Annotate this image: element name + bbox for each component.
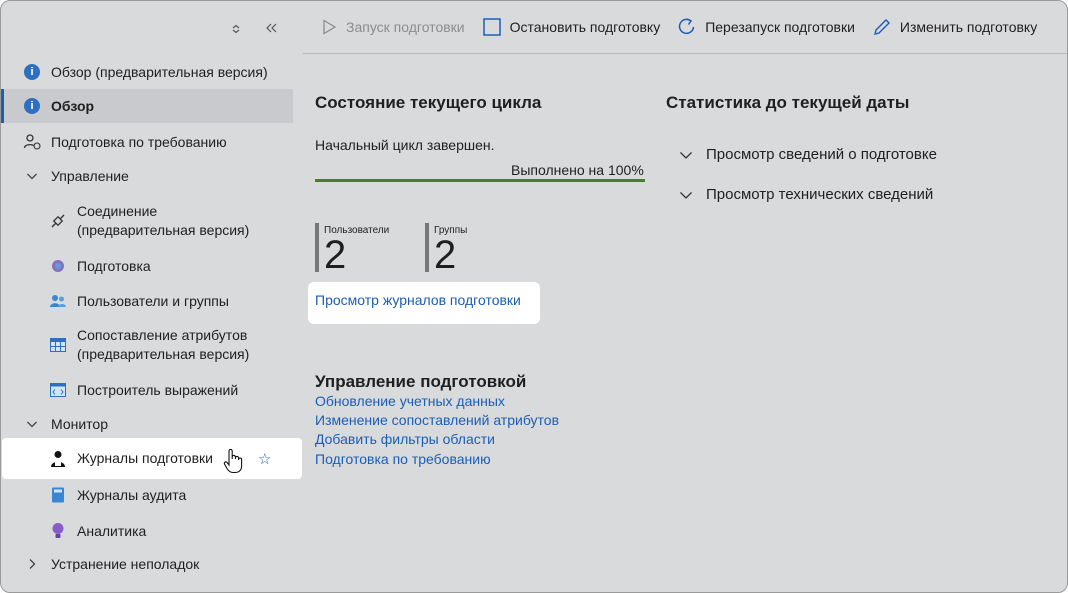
sidebar-item-overview[interactable]: i Обзор xyxy=(1,89,293,123)
edit-provisioning-label: Изменить подготовку xyxy=(899,19,1038,35)
sidebar-item-label: Соединение xyxy=(77,203,158,219)
stop-provisioning-label: Остановить подготовку xyxy=(509,19,661,35)
view-provisioning-logs-link[interactable]: Просмотр журналов подготовки xyxy=(315,292,521,308)
provisioning-icon xyxy=(49,257,67,275)
chevron-right-icon xyxy=(23,555,41,573)
restart-icon xyxy=(678,18,696,36)
stop-icon xyxy=(482,18,501,36)
edit-attribute-mappings-link[interactable]: Изменение сопоставлений атрибутов xyxy=(315,412,559,428)
statistics-to-date-title: Статистика до текущей даты xyxy=(666,93,910,112)
sidebar-item-provisioning-logs[interactable]: Журналы подготовки ☆ xyxy=(2,438,302,479)
start-provisioning-button[interactable]: Запуск подготовки xyxy=(321,19,465,35)
sidebar-item-audit-logs[interactable]: Журналы аудита xyxy=(1,484,293,506)
toolbar: Запуск подготовки Остановить подготовку … xyxy=(303,1,1067,54)
sidebar-group-monitor[interactable]: Монитор xyxy=(1,413,293,435)
sidebar-item-label: Обзор (предварительная версия) xyxy=(51,63,268,80)
lightbulb-icon xyxy=(49,522,67,540)
sidebar-item-label: Журналы подготовки xyxy=(77,450,213,466)
cycle-status-text: Начальный цикл завершен. xyxy=(315,137,495,153)
sidebar-item-overview-preview[interactable]: i Обзор (предварительная версия) xyxy=(1,61,293,83)
sidebar-item-attribute-mapping[interactable]: Сопоставление атрибутов (предварительная … xyxy=(1,325,293,365)
manage-provisioning-title: Управление подготовкой xyxy=(315,372,527,391)
sidebar-item-label: Управление xyxy=(51,167,129,184)
sidebar-item-users-groups[interactable]: Пользователи и группы xyxy=(1,290,293,312)
sidebar-item-label: Подготовка по требованию xyxy=(51,133,227,150)
table-icon xyxy=(49,336,67,354)
chevron-down-icon xyxy=(679,148,693,162)
view-provisioning-details-expander[interactable]: Просмотр сведений о подготовке xyxy=(679,146,937,163)
start-provisioning-label: Запуск подготовки xyxy=(346,19,465,35)
app-window: i Обзор (предварительная версия) i Обзор… xyxy=(0,0,1068,593)
chevron-down-icon xyxy=(23,415,41,433)
play-icon xyxy=(321,19,337,35)
sidebar-item-label: Монитор xyxy=(51,415,108,432)
progress-bar xyxy=(315,179,645,182)
sidebar-item-provisioning[interactable]: Подготовка xyxy=(1,255,293,277)
person-log-icon xyxy=(49,450,67,468)
restart-provisioning-button[interactable]: Перезапуск подготовки xyxy=(678,18,855,36)
groups-count: 2 xyxy=(434,233,457,277)
sidebar-item-label: Обзор xyxy=(51,97,95,114)
chevron-collapse-icon[interactable] xyxy=(231,21,241,37)
expander-label: Просмотр технических сведений xyxy=(706,186,934,203)
view-technical-details-expander[interactable]: Просмотр технических сведений xyxy=(679,186,933,203)
code-window-icon xyxy=(49,381,67,399)
add-scoping-filters-link[interactable]: Добавить фильтры области xyxy=(315,431,495,447)
progress-label: Выполнено на 100% xyxy=(511,162,644,178)
expander-label: Просмотр сведений о подготовке xyxy=(706,146,937,163)
stop-provisioning-button[interactable]: Остановить подготовку xyxy=(482,18,661,36)
sidebar-item-label-sub: (предварительная версия) xyxy=(77,222,250,238)
sidebar-item-connection[interactable]: Соединение (предварительная версия) xyxy=(1,201,293,241)
sidebar-group-manage[interactable]: Управление xyxy=(1,165,293,187)
sidebar-item-label: Аналитика xyxy=(77,522,147,539)
sidebar-item-label: Пользователи и группы xyxy=(77,292,229,309)
info-icon: i xyxy=(24,98,40,114)
book-icon xyxy=(49,486,67,504)
edit-provisioning-button[interactable]: Изменить подготовку xyxy=(873,18,1037,36)
update-credentials-link[interactable]: Обновление учетных данных xyxy=(315,393,505,409)
sidebar-item-label: Подготовка xyxy=(77,257,151,274)
sidebar-item-insights[interactable]: Аналитика xyxy=(1,520,293,542)
stat-bar xyxy=(315,223,319,272)
provision-on-demand-link[interactable]: Подготовка по требованию xyxy=(315,451,491,467)
sidebar-item-label: Построитель выражений xyxy=(77,381,239,398)
sidebar-item-label: Устранение неполадок xyxy=(51,555,200,572)
star-favorite-icon[interactable]: ☆ xyxy=(258,450,271,468)
sidebar-item-expression-builder[interactable]: Построитель выражений xyxy=(1,379,293,401)
pencil-icon xyxy=(873,18,891,36)
double-chevron-left-icon[interactable] xyxy=(265,21,277,37)
sidebar-group-troubleshooting[interactable]: Устранение неполадок xyxy=(1,553,293,575)
sidebar-item-label: Сопоставление атрибутов xyxy=(77,327,248,343)
plug-icon xyxy=(49,212,67,230)
sidebar-item-label: Журналы аудита xyxy=(77,486,187,503)
users-icon xyxy=(49,292,67,310)
current-cycle-title: Состояние текущего цикла xyxy=(315,93,542,112)
sidebar-item-label-sub: (предварительная версия) xyxy=(77,346,250,362)
stat-bar xyxy=(425,223,429,272)
sidebar: i Обзор (предварительная версия) i Обзор… xyxy=(1,1,303,592)
sidebar-top-icons xyxy=(231,21,277,37)
restart-provisioning-label: Перезапуск подготовки xyxy=(705,19,855,35)
sidebar-item-on-demand[interactable]: Подготовка по требованию xyxy=(1,131,293,153)
info-icon: i xyxy=(24,64,40,80)
user-sync-icon xyxy=(23,133,41,151)
chevron-down-icon xyxy=(679,188,693,202)
chevron-down-icon xyxy=(23,167,41,185)
users-count: 2 xyxy=(324,233,347,277)
hand-cursor-icon xyxy=(223,448,243,479)
